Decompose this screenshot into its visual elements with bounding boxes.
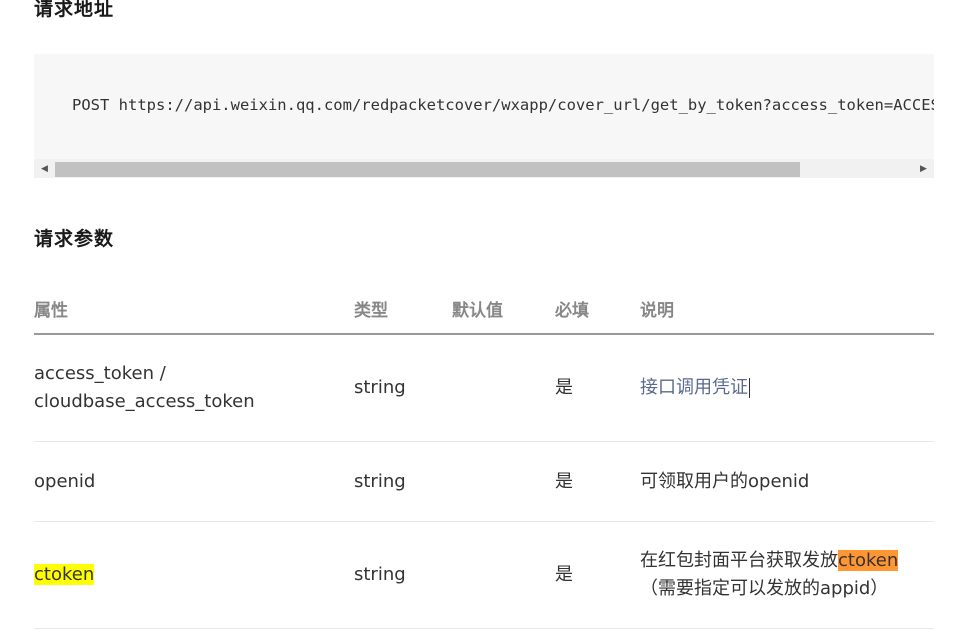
- table-row: openid string 是 可领取用户的openid: [34, 441, 934, 522]
- search-highlight: ctoken: [34, 564, 95, 585]
- cell-type: string: [354, 334, 452, 442]
- cell-required: 是: [555, 521, 640, 629]
- cell-description: 在红包封面平台获取发放ctoken（需要指定可以发放的appid）: [640, 521, 934, 629]
- section-title-request-params: 请求参数: [34, 228, 115, 250]
- cell-description: 接口调用凭证: [640, 334, 934, 442]
- cell-required: 是: [555, 441, 640, 522]
- cell-required: 是: [555, 334, 640, 442]
- cell-default: [452, 334, 555, 442]
- table-header-row: 属性 类型 默认值 必填 说明: [34, 283, 934, 335]
- table-row: ctoken string 是 在红包封面平台获取发放ctoken（需要指定可以…: [34, 521, 934, 629]
- section-title-request-address: 请求地址: [34, 0, 115, 20]
- header-required: 必填: [555, 283, 640, 335]
- cell-default: [452, 441, 555, 522]
- text-cursor: [749, 378, 750, 398]
- request-url-code: POST https://api.weixin.qq.com/redpacket…: [72, 96, 934, 114]
- header-attribute: 属性: [34, 283, 354, 335]
- table-row: access_token / cloudbase_access_token st…: [34, 334, 934, 442]
- scroll-left-arrow-icon[interactable]: ◀: [36, 159, 53, 178]
- cell-name: openid: [34, 441, 354, 522]
- cell-type: string: [354, 521, 452, 629]
- search-highlight-current: ctoken: [838, 550, 899, 571]
- horizontal-scrollbar[interactable]: ◀ ▶: [34, 159, 934, 178]
- header-description: 说明: [640, 283, 934, 335]
- cell-default: [452, 521, 555, 629]
- cell-description: 可领取用户的openid: [640, 441, 934, 522]
- header-type: 类型: [354, 283, 452, 335]
- scroll-right-arrow-icon[interactable]: ▶: [915, 159, 932, 178]
- header-default: 默认值: [452, 283, 555, 335]
- params-table: 属性 类型 默认值 必填 说明 access_token / cloudbase…: [34, 283, 934, 629]
- scrollbar-thumb[interactable]: [55, 162, 800, 177]
- cell-name: ctoken: [34, 521, 354, 629]
- cell-name: access_token / cloudbase_access_token: [34, 334, 354, 442]
- cell-type: string: [354, 441, 452, 522]
- code-block[interactable]: POST https://api.weixin.qq.com/redpacket…: [34, 54, 934, 178]
